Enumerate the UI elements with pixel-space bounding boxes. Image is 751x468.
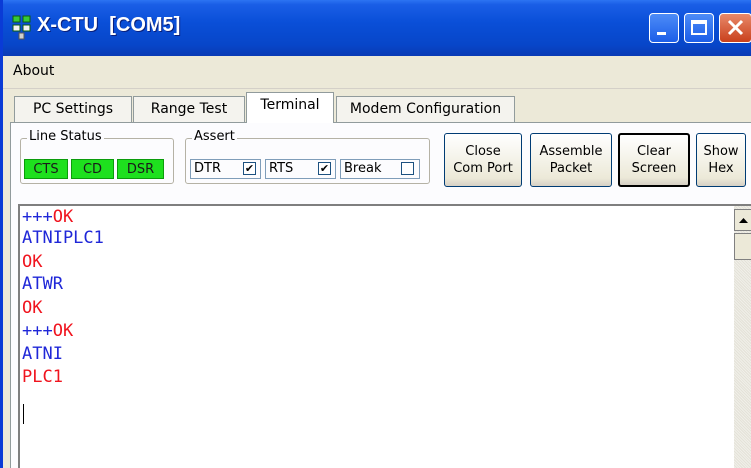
arrow-up-icon [739,218,748,223]
maximize-icon [691,20,707,35]
assert-group: Assert DTR ✔ RTS ✔ Break [185,129,430,184]
terminal-output[interactable]: +++OK ATNIPLC1 OK ATWR OK +++OK ATNI PLC… [18,204,751,468]
break-label: Break [344,161,382,176]
break-checkbox-cell[interactable]: Break [340,159,420,179]
dsr-indicator: DSR [117,159,164,179]
assert-title: Assert [192,129,237,144]
title-bar[interactable]: X-CTU [COM5] [3,0,751,56]
terminal-line: ATNI [22,344,63,364]
tab-modem-configuration[interactable]: Modem Configuration [336,96,515,122]
tab-terminal[interactable]: Terminal [246,92,334,123]
close-com-port-line2: Com Port [453,161,513,176]
clear-screen-line1: Clear [636,144,671,159]
terminal-line: +++OK [22,207,73,227]
scroll-thumb[interactable] [734,233,751,260]
vertical-scrollbar[interactable] [734,206,751,468]
sent-text: ATWR [22,274,63,294]
clear-screen-button[interactable]: Clear Screen [618,133,690,187]
menu-about[interactable]: About [13,63,54,79]
received-text: PLC1 [22,367,63,387]
scroll-up-button[interactable] [734,209,751,231]
show-hex-line2: Hex [708,161,734,176]
rts-checkbox-cell[interactable]: RTS ✔ [265,159,336,179]
assemble-packet-line2: Packet [549,161,593,176]
break-checkbox[interactable] [401,162,414,175]
sent-text: +++ [22,207,53,227]
line-status-group: Line Status CTS CD DSR [20,129,174,184]
maximize-button[interactable] [684,13,714,43]
line-status-title: Line Status [27,129,104,144]
clear-screen-line2: Screen [631,161,677,176]
close-button[interactable] [719,13,751,43]
tab-range-test[interactable]: Range Test [133,96,245,122]
window-title: X-CTU [COM5] [37,14,181,36]
tab-pc-settings[interactable]: PC Settings [14,96,132,122]
app-window: X-CTU [COM5] About PC Settings Range Tes… [0,0,751,468]
text-cursor [23,404,24,424]
dtr-label: DTR [194,161,221,176]
sent-text: ATNI [22,344,63,364]
assemble-packet-button[interactable]: Assemble Packet [530,133,612,187]
show-hex-line1: Show [703,144,739,159]
rts-label: RTS [269,161,294,176]
close-com-port-button[interactable]: Close Com Port [444,133,522,187]
xctu-app-icon [12,15,31,40]
terminal-line: PLC1 [22,367,63,387]
terminal-line: ATNIPLC1 [22,228,104,248]
received-text: OK [52,321,74,341]
terminal-line: OK [22,298,42,318]
terminal-line: OK [22,252,42,272]
assemble-packet-line1: Assemble [539,144,603,159]
received-text: OK [52,207,74,227]
minimize-button[interactable] [649,13,679,43]
received-text: OK [22,252,43,272]
show-hex-button[interactable]: Show Hex [696,133,746,187]
sent-text: ATNIPLC1 [22,228,104,248]
minimize-icon [657,32,666,35]
cd-indicator: CD [71,159,114,179]
tab-strip: PC Settings Range Test Terminal Modem Co… [3,88,751,123]
dtr-checkbox-cell[interactable]: DTR ✔ [190,159,261,179]
menu-bar: About [3,56,751,89]
terminal-line: ATWR [22,274,63,294]
dtr-checkbox[interactable]: ✔ [243,162,256,175]
cts-indicator: CTS [24,159,68,179]
received-text: OK [22,298,43,318]
close-com-port-line1: Close [465,144,501,159]
sent-text: +++ [22,321,53,341]
terminal-line: +++OK [22,321,73,341]
close-icon [727,19,744,36]
rts-checkbox[interactable]: ✔ [318,162,331,175]
